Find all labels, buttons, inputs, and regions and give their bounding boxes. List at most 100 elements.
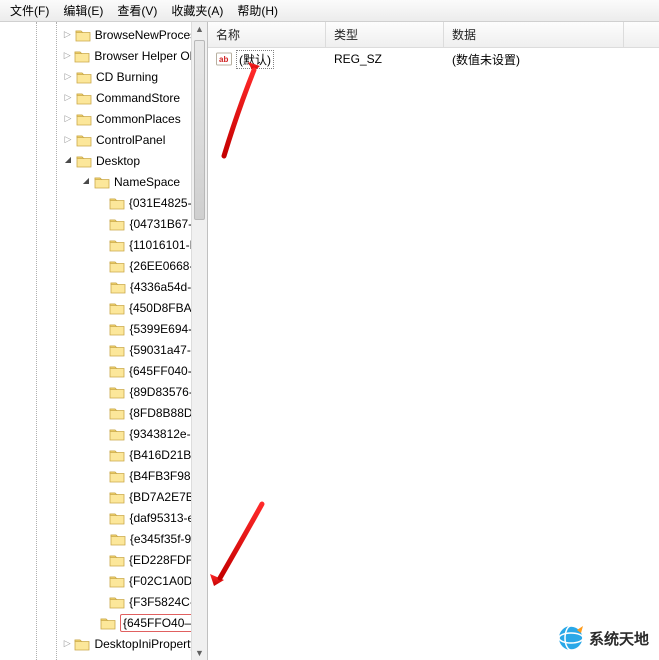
- column-name[interactable]: 名称: [208, 22, 326, 47]
- toggle-spacer: [98, 302, 107, 314]
- tree-node[interactable]: {450D8FBA-AD: [0, 297, 191, 318]
- tree-node-label: {daf95313-e44: [129, 511, 191, 525]
- folder-icon: [109, 301, 125, 315]
- tree-node-label: {e345f35f-939: [130, 532, 191, 546]
- toggle-spacer: [98, 323, 107, 335]
- tree-node[interactable]: DesktopIniPropertyN: [0, 633, 191, 654]
- expand-icon[interactable]: [62, 29, 73, 41]
- menu-file[interactable]: 文件(F): [4, 0, 55, 21]
- folder-icon: [109, 427, 125, 441]
- tree-node-label: {11016101-E36: [129, 238, 191, 252]
- tree-scrollbar[interactable]: ▲ ▼: [191, 22, 207, 660]
- tree-node[interactable]: {B4FB3F98-C1: [0, 465, 191, 486]
- tree-node[interactable]: NameSpace: [0, 171, 191, 192]
- toggle-spacer: [98, 365, 107, 377]
- folder-icon: [109, 490, 125, 504]
- tree-node-label: {4336a54d-03: [130, 280, 191, 294]
- scroll-down-icon[interactable]: ▼: [193, 646, 207, 660]
- menu-edit[interactable]: 编辑(E): [57, 0, 109, 21]
- tree-node[interactable]: CommandStore: [0, 87, 191, 108]
- tree-node-label: {04731B67-D9: [129, 217, 191, 231]
- menu-view[interactable]: 查看(V): [111, 0, 163, 21]
- expand-icon[interactable]: [62, 50, 72, 62]
- tree-node[interactable]: Desktop: [0, 150, 191, 171]
- toggle-spacer: [98, 407, 107, 419]
- scroll-thumb[interactable]: [194, 40, 205, 220]
- tree-node[interactable]: {031E4825-7B9: [0, 192, 191, 213]
- folder-icon: [110, 280, 126, 294]
- tree-node[interactable]: {4336a54d-03: [0, 276, 191, 297]
- tree-node[interactable]: {645FF040-508: [0, 360, 191, 381]
- toggle-spacer: [98, 512, 107, 524]
- toggle-spacer: [98, 197, 107, 209]
- menu-bar: 文件(F) 编辑(E) 查看(V) 收藏夹(A) 帮助(H): [0, 0, 659, 22]
- expand-icon[interactable]: [62, 92, 74, 104]
- tree-node[interactable]: {F3F5824C-AD: [0, 591, 191, 612]
- tree-node-label: ControlPanel: [96, 133, 165, 147]
- tree-node[interactable]: {ED228FDF-9E: [0, 549, 191, 570]
- expand-icon[interactable]: [62, 113, 74, 125]
- tree-node[interactable]: {5399E694-6C: [0, 318, 191, 339]
- toggle-spacer: [98, 344, 107, 356]
- tree-node-label: BrowseNewProcess: [95, 28, 191, 42]
- column-headers: 名称 类型 数据: [208, 22, 659, 48]
- tree-node[interactable]: {59031a47-3f7: [0, 339, 191, 360]
- tree-node[interactable]: {daf95313-e44: [0, 507, 191, 528]
- tree-node[interactable]: DeviceUpdateLocati: [0, 654, 191, 660]
- folder-icon: [109, 469, 125, 483]
- tree-node[interactable]: {F02C1A0D-BE: [0, 570, 191, 591]
- folder-icon: [76, 154, 92, 168]
- toggle-spacer: [98, 428, 107, 440]
- tree-node[interactable]: {e345f35f-939: [0, 528, 191, 549]
- tree-node-label: {26EE0668-A0: [129, 259, 191, 273]
- scroll-up-icon[interactable]: ▲: [193, 22, 207, 36]
- tree-node-label: NameSpace: [114, 175, 180, 189]
- tree-node[interactable]: {645FFO40——: [0, 612, 191, 633]
- tree-node[interactable]: ControlPanel: [0, 129, 191, 150]
- expand-icon[interactable]: [62, 638, 72, 650]
- folder-icon: [110, 532, 126, 546]
- tree-node[interactable]: {11016101-E36: [0, 234, 191, 255]
- folder-icon: [109, 448, 125, 462]
- column-type[interactable]: 类型: [326, 22, 444, 47]
- expand-icon[interactable]: [62, 134, 74, 146]
- tree-node-label: {8FD8B88D-30: [129, 406, 191, 420]
- menu-favorites[interactable]: 收藏夹(A): [165, 0, 229, 21]
- expand-icon[interactable]: [62, 71, 74, 83]
- folder-icon: [109, 364, 125, 378]
- tree-node-label: CommandStore: [96, 91, 180, 105]
- registry-tree[interactable]: BrowseNewProcess Browser Helper ObjeCD Bu…: [0, 22, 191, 660]
- tree-node-label: {450D8FBA-AD: [129, 301, 191, 315]
- values-list[interactable]: ab(默认)REG_SZ(数值未设置): [208, 48, 659, 70]
- collapse-icon[interactable]: [62, 155, 74, 167]
- menu-help[interactable]: 帮助(H): [231, 0, 284, 21]
- value-row[interactable]: ab(默认)REG_SZ(数值未设置): [208, 48, 659, 70]
- folder-icon: [109, 595, 125, 609]
- tree-node[interactable]: CD Burning: [0, 66, 191, 87]
- tree-node[interactable]: {26EE0668-A0: [0, 255, 191, 276]
- tree-node[interactable]: {04731B67-D9: [0, 213, 191, 234]
- tree-node-label: {031E4825-7B9: [129, 196, 191, 210]
- watermark-text: 系统天地: [589, 628, 649, 649]
- svg-text:ab: ab: [219, 55, 228, 64]
- tree-node[interactable]: Browser Helper Obje: [0, 45, 191, 66]
- collapse-icon[interactable]: [80, 176, 92, 188]
- highlighted-node: {645FFO40——: [120, 614, 191, 632]
- folder-icon: [109, 217, 125, 231]
- toggle-spacer: [98, 218, 107, 230]
- tree-node[interactable]: {BD7A2E7B-21: [0, 486, 191, 507]
- tree-node[interactable]: {8FD8B88D-30: [0, 402, 191, 423]
- tree-node[interactable]: {9343812e-1c3: [0, 423, 191, 444]
- tree-node-label: {5399E694-6C: [129, 322, 191, 336]
- tree-node[interactable]: {B416D21B-3F: [0, 444, 191, 465]
- toggle-spacer: [98, 575, 107, 587]
- column-data[interactable]: 数据: [444, 22, 624, 47]
- tree-node-label: {ED228FDF-9E: [129, 553, 191, 567]
- value-name: (默认): [236, 50, 274, 69]
- tree-node[interactable]: BrowseNewProcess: [0, 24, 191, 45]
- tree-node-label: CommonPlaces: [96, 112, 181, 126]
- tree-node[interactable]: CommonPlaces: [0, 108, 191, 129]
- annotation-arrow-top: [218, 60, 266, 160]
- tree-node[interactable]: {89D83576-6B: [0, 381, 191, 402]
- tree-node-label: {645FF040-508: [129, 364, 191, 378]
